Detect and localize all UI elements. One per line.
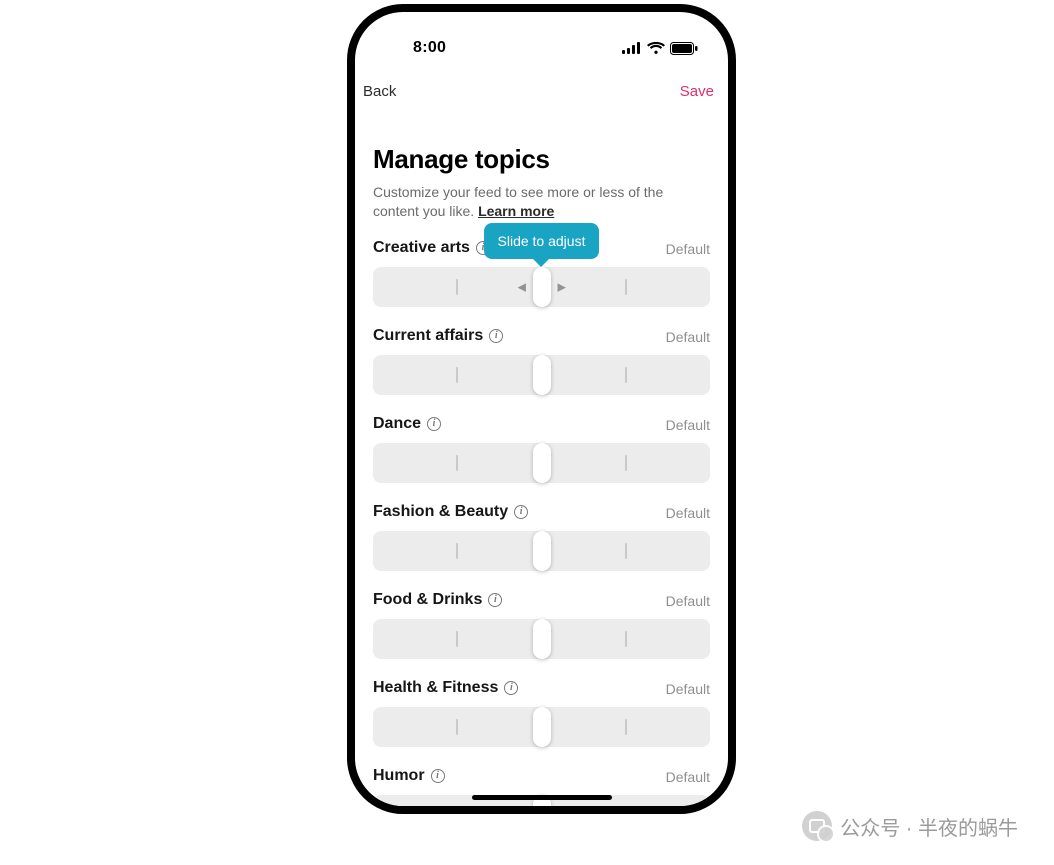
topic-header: Food & Drinks i Default: [373, 591, 710, 609]
slider-tick: [456, 279, 458, 295]
status-icons: [622, 42, 698, 55]
topic-slider[interactable]: [373, 531, 710, 571]
info-icon[interactable]: i: [488, 593, 502, 607]
wifi-icon: [647, 42, 665, 54]
info-icon[interactable]: i: [504, 681, 518, 695]
topic-name-label: Humor: [373, 767, 425, 785]
slider-thumb[interactable]: [533, 531, 551, 571]
topic-state-label: Default: [666, 681, 710, 697]
topic-name: Food & Drinks i: [373, 591, 502, 609]
topic-state-label: Default: [666, 241, 710, 257]
page-description: Customize your feed to see more or less …: [373, 183, 710, 221]
watermark-text: 公众号 · 半夜的蜗牛: [840, 812, 1018, 841]
slider-tick: [456, 367, 458, 383]
slider-tick: [625, 631, 627, 647]
slider-tick: [456, 455, 458, 471]
topic-state-label: Default: [666, 417, 710, 433]
topic-row: Humori Default: [373, 767, 710, 806]
slider-tick: [456, 543, 458, 559]
learn-more-link[interactable]: Learn more: [478, 203, 554, 219]
topic-state-label: Default: [666, 769, 710, 785]
topic-name-label: Food & Drinks: [373, 591, 482, 609]
watermark: 公众号 · 半夜的蜗牛: [802, 811, 1018, 841]
screen: 8:00 Back Save Manage t: [355, 12, 728, 806]
topic-slider[interactable]: [373, 707, 710, 747]
slider-thumb[interactable]: [533, 707, 551, 747]
chevron-right-icon: ▶: [558, 280, 566, 293]
back-button[interactable]: Back: [363, 83, 396, 100]
topic-state-label: Default: [666, 505, 710, 521]
topic-name: Current affairs i: [373, 327, 503, 345]
slider-thumb[interactable]: [533, 619, 551, 659]
topic-row: Health & Fitness i Default: [373, 679, 710, 747]
topic-header: Current affairs i Default: [373, 327, 710, 345]
topic-slider[interactable]: [373, 619, 710, 659]
battery-icon: [670, 42, 698, 55]
wechat-icon: [802, 811, 832, 841]
info-icon[interactable]: i: [431, 769, 445, 783]
slider-tick: [456, 719, 458, 735]
topic-row: Food & Drinks i Default: [373, 591, 710, 659]
slider-tick: [625, 367, 627, 383]
nav-bar: Back Save: [355, 66, 728, 106]
topic-name-label: Dance: [373, 415, 421, 433]
topic-name-label: Creative arts: [373, 239, 470, 257]
slider-thumb[interactable]: [533, 443, 551, 483]
topic-row: Fashion & Beauty i Default: [373, 503, 710, 571]
topic-row: Dancei Default: [373, 415, 710, 483]
page-title: Manage topics: [373, 144, 710, 175]
topic-header: Humori Default: [373, 767, 710, 785]
slider-tooltip: Slide to adjust: [484, 223, 600, 259]
topic-slider[interactable]: [373, 355, 710, 395]
phone-frame: 8:00 Back Save Manage t: [347, 4, 736, 814]
topic-header: Health & Fitness i Default: [373, 679, 710, 697]
cellular-icon: [622, 42, 642, 54]
topic-row: Current affairs i Default: [373, 327, 710, 395]
slider-tick: [625, 719, 627, 735]
chevron-left-icon: ◀: [518, 280, 526, 293]
topic-name: Dancei: [373, 415, 441, 433]
topic-slider[interactable]: ◀▶Slide to adjust: [373, 267, 710, 307]
topic-name-label: Current affairs: [373, 327, 483, 345]
topic-name: Humori: [373, 767, 445, 785]
status-bar: 8:00: [355, 12, 728, 66]
topic-header: Dancei Default: [373, 415, 710, 433]
slider-tick: [625, 543, 627, 559]
home-indicator[interactable]: [472, 795, 612, 800]
topic-state-label: Default: [666, 593, 710, 609]
info-icon[interactable]: i: [427, 417, 441, 431]
topic-row: Creative artsiDefault◀▶Slide to adjust: [373, 239, 710, 307]
topic-header: Fashion & Beauty i Default: [373, 503, 710, 521]
slider-tick: [625, 279, 627, 295]
info-icon[interactable]: i: [489, 329, 503, 343]
topic-name-label: Health & Fitness: [373, 679, 498, 697]
slider-tick: [456, 631, 458, 647]
save-button[interactable]: Save: [680, 83, 714, 100]
topic-state-label: Default: [666, 329, 710, 345]
topic-name: Health & Fitness i: [373, 679, 518, 697]
topic-slider[interactable]: [373, 443, 710, 483]
info-icon[interactable]: i: [514, 505, 528, 519]
topic-name: Fashion & Beauty i: [373, 503, 528, 521]
slider-tick: [625, 455, 627, 471]
slider-thumb[interactable]: [533, 355, 551, 395]
topic-name: Creative artsi: [373, 239, 490, 257]
status-time: 8:00: [413, 39, 446, 57]
topic-name-label: Fashion & Beauty: [373, 503, 508, 521]
